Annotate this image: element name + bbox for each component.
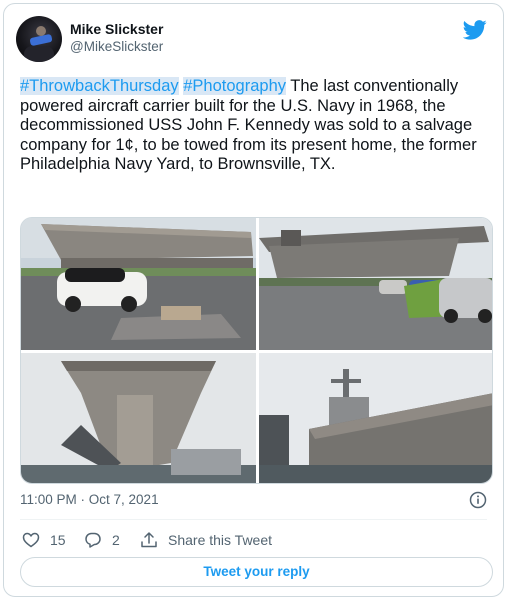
author-block[interactable]: Mike Slickster @MikeSlickster <box>70 20 163 56</box>
author-name[interactable]: Mike Slickster <box>70 20 163 38</box>
heart-icon <box>22 532 40 548</box>
action-bar: 15 2 Share this Tweet <box>20 530 487 550</box>
reply-count: 2 <box>112 532 120 548</box>
hashtag-throwbackthursday[interactable]: #ThrowbackThursday <box>20 77 179 95</box>
photo-carrier-bow[interactable] <box>21 353 256 483</box>
tweet-text: #ThrowbackThursday #Photography The last… <box>20 77 490 175</box>
twitter-bird-icon[interactable] <box>463 20 487 40</box>
share-label: Share this Tweet <box>168 532 273 548</box>
avatar[interactable] <box>16 16 62 62</box>
share-upload-icon <box>141 532 157 548</box>
hashtag-photography[interactable]: #Photography <box>183 77 286 95</box>
speech-bubble-icon <box>85 532 101 548</box>
info-icon[interactable] <box>469 491 487 509</box>
divider <box>20 519 487 520</box>
share-button[interactable]: Share this Tweet <box>140 530 272 550</box>
photo-carrier-with-car[interactable] <box>21 218 256 350</box>
tweet-header: Mike Slickster @MikeSlickster <box>16 16 491 64</box>
like-button[interactable]: 15 <box>22 530 66 550</box>
media-grid <box>20 217 493 484</box>
author-handle[interactable]: @MikeSlickster <box>70 38 163 56</box>
reply-button[interactable]: 2 <box>84 530 120 550</box>
tweet-card: Mike Slickster @MikeSlickster #Throwback… <box>3 3 504 597</box>
tweet-timestamp[interactable]: 11:00 PM · Oct 7, 2021 <box>20 492 159 507</box>
photo-carrier-parking-lot[interactable] <box>259 218 492 350</box>
photo-carrier-island[interactable] <box>259 353 492 483</box>
like-count: 15 <box>50 532 66 548</box>
tweet-your-reply-button[interactable]: Tweet your reply <box>20 557 493 587</box>
